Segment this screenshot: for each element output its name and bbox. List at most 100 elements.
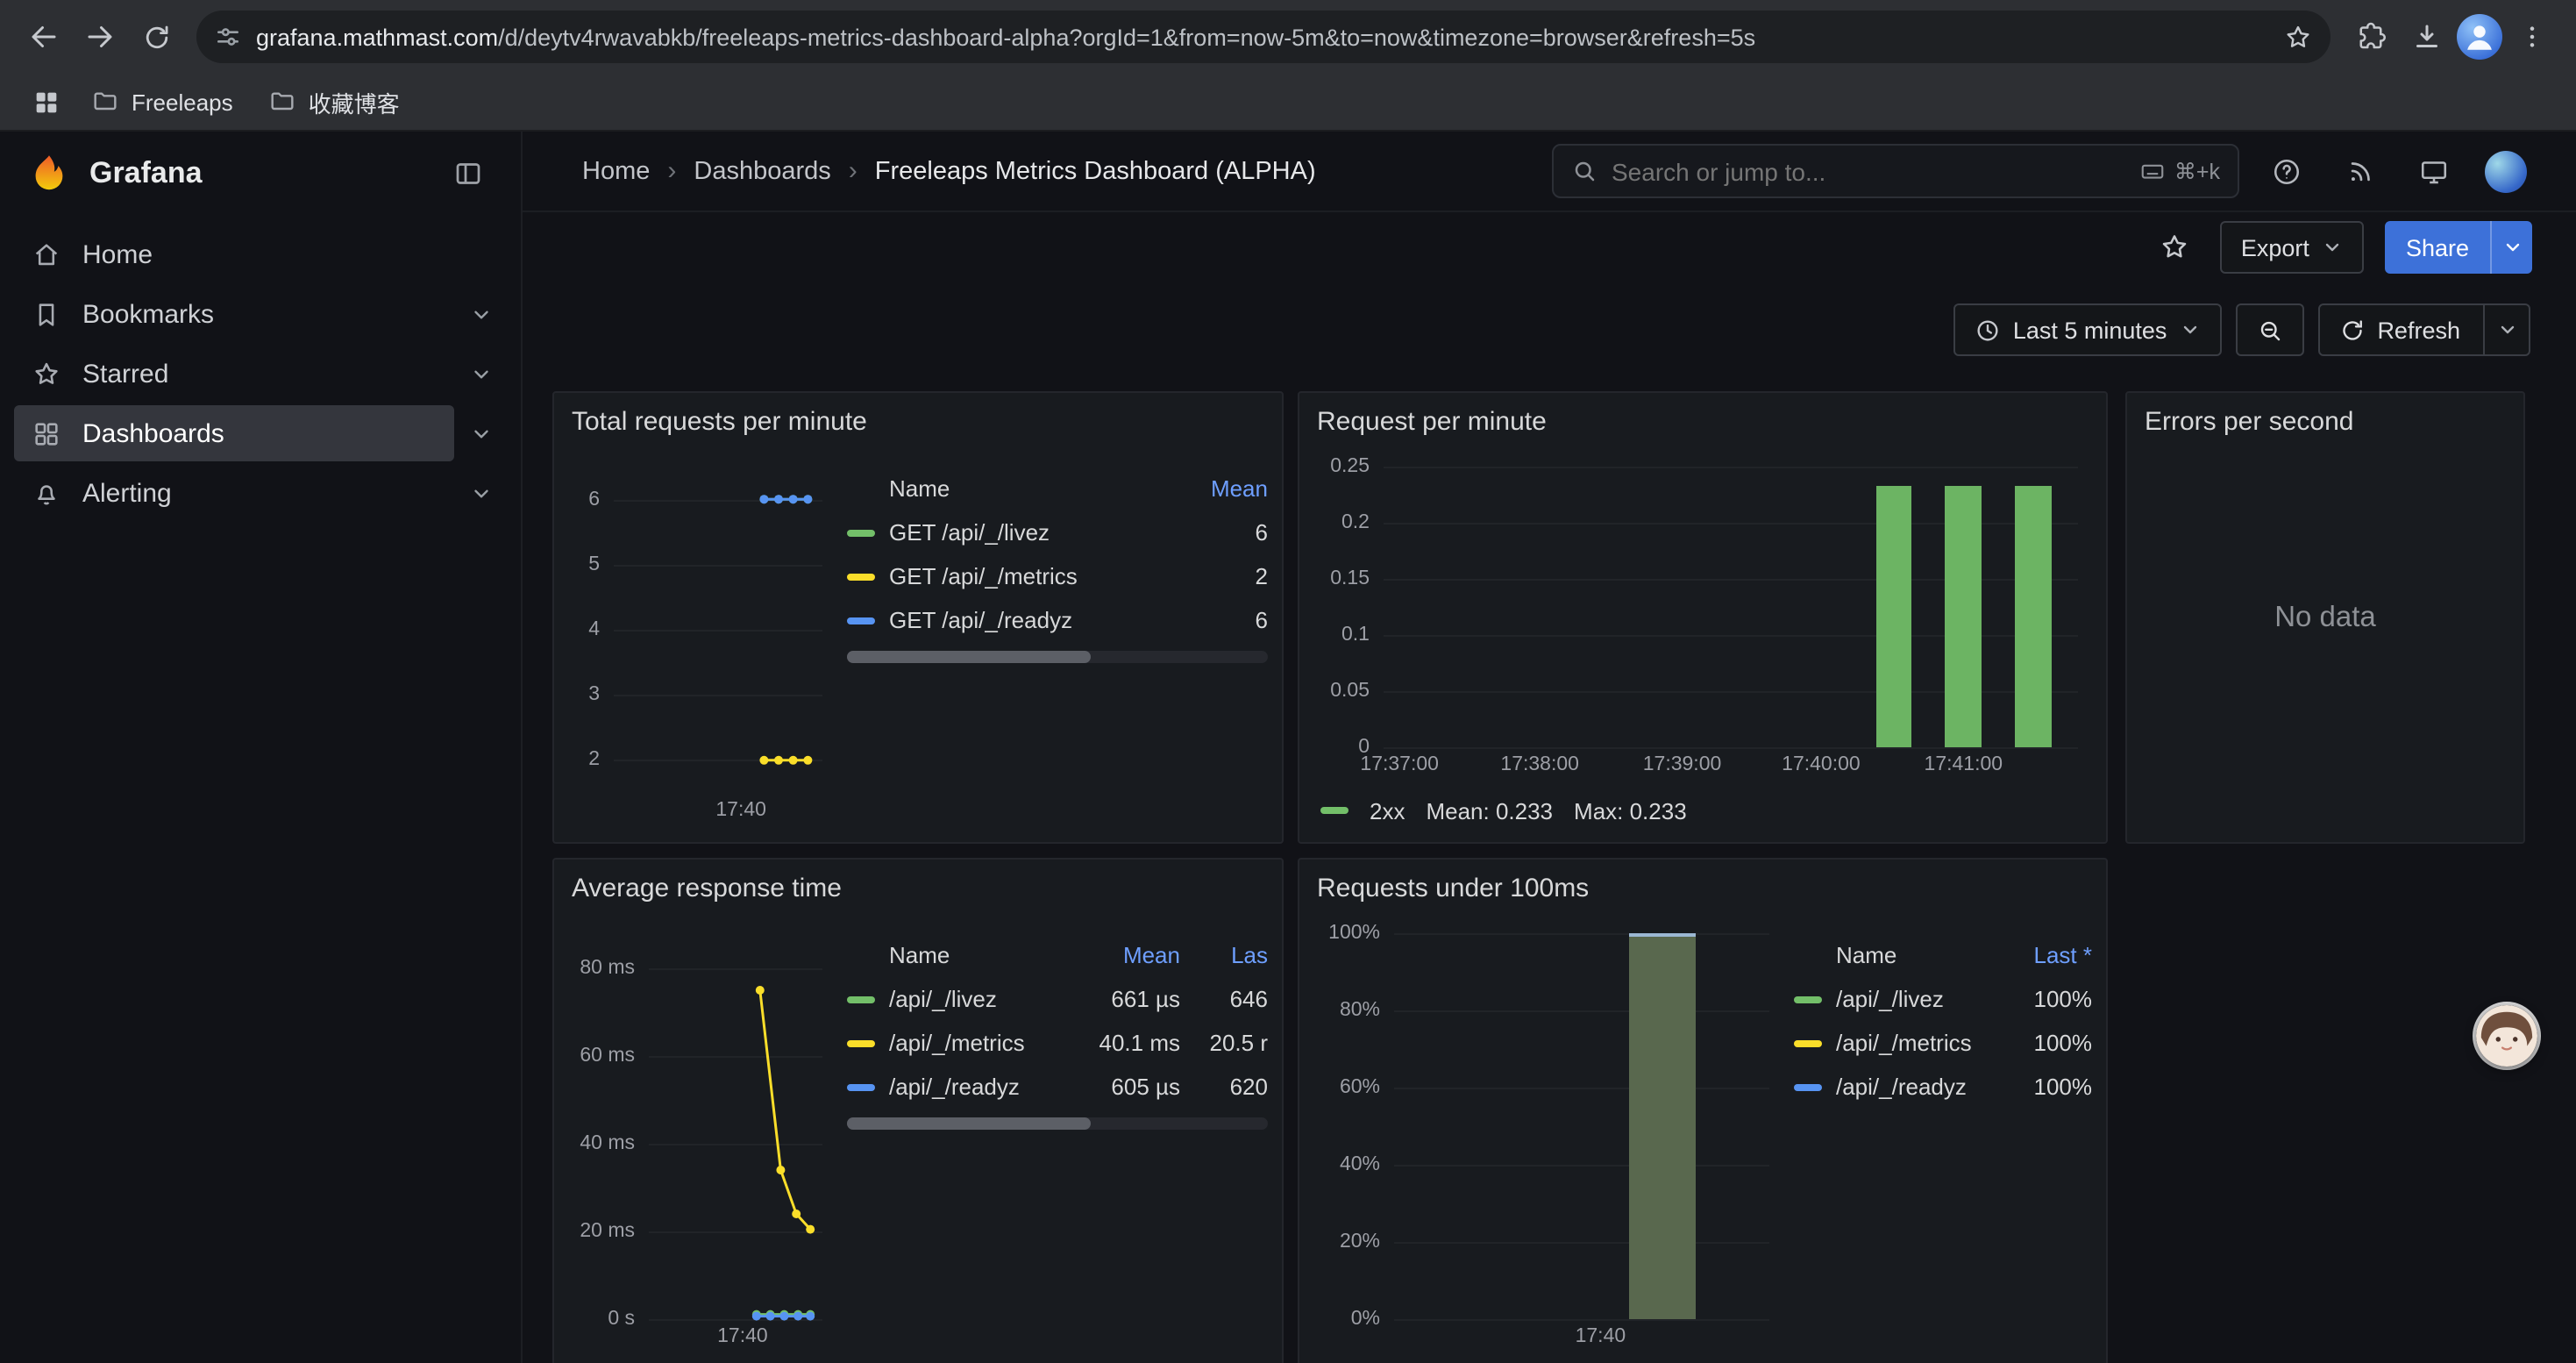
series-name[interactable]: GET /api/_/livez	[889, 519, 1173, 546]
sidebar-item-label: Alerting	[82, 478, 172, 508]
refresh-button[interactable]: Refresh	[2317, 303, 2530, 356]
legend-row: GET /api/_/livez 6	[847, 510, 1268, 554]
assistant-avatar[interactable]	[2476, 1005, 2537, 1067]
chart-total-requests[interactable]: 6543217:40	[568, 456, 836, 828]
refresh-label: Refresh	[2377, 317, 2460, 343]
share-dropdown-button[interactable]	[2490, 221, 2532, 274]
export-button[interactable]: Export	[2220, 221, 2364, 274]
download-icon	[2411, 21, 2443, 53]
panel-title[interactable]: Average response time	[572, 874, 1268, 916]
assistant-avatar-image	[2476, 1005, 2537, 1067]
zoom-out-button[interactable]	[2235, 303, 2303, 356]
zoom-out-icon	[2256, 317, 2282, 343]
sidebar-item-bookmarks[interactable]: Bookmarks	[14, 286, 507, 342]
sidebar-item-dashboards[interactable]: Dashboards	[14, 405, 507, 461]
chart-avg-response-time[interactable]: 80 ms60 ms40 ms20 ms0 s17:40	[568, 923, 836, 1354]
series-color-swatch	[1794, 995, 1822, 1003]
browser-profile-avatar[interactable]	[2457, 14, 2502, 60]
search-input[interactable]	[1612, 157, 2125, 185]
series-name[interactable]: /api/_/readyz	[889, 1074, 1064, 1100]
back-button[interactable]	[18, 11, 70, 63]
refresh-interval-dropdown[interactable]	[2483, 305, 2529, 354]
bookmark-star-icon[interactable]	[2283, 22, 2313, 52]
time-range-picker[interactable]: Last 5 minutes	[1953, 303, 2222, 356]
series-name[interactable]: /api/_/livez	[1836, 986, 1997, 1012]
chevron-down-icon[interactable]	[454, 482, 507, 504]
sidebar-item-alerting[interactable]: Alerting	[14, 465, 507, 521]
series-mean: 661 µs	[1078, 986, 1180, 1012]
series-name[interactable]: 2xx	[1370, 797, 1405, 824]
site-settings-icon[interactable]	[214, 23, 242, 51]
legend-scrollbar[interactable]	[847, 651, 1268, 663]
legend-header-last[interactable]: Las	[1194, 942, 1268, 968]
user-avatar[interactable]	[2485, 150, 2527, 192]
legend-row: /api/_/livez 661 µs 646	[847, 977, 1268, 1021]
forward-button[interactable]	[74, 11, 126, 63]
legend-table: Name Mean Las /api/_/livez 661 µs 646	[847, 923, 1268, 1354]
extensions-button[interactable]	[2345, 11, 2397, 63]
scrollbar-thumb[interactable]	[847, 1117, 1091, 1130]
url-bar[interactable]: grafana.mathmast.com/d/deytv4rwavabkb/fr…	[196, 11, 2330, 63]
series-name[interactable]: /api/_/readyz	[1836, 1074, 1997, 1100]
chevron-down-icon[interactable]	[454, 362, 507, 385]
legend-header-mean[interactable]: Mean	[1078, 942, 1180, 968]
sidebar-item-home[interactable]: Home	[14, 226, 507, 282]
downloads-button[interactable]	[2401, 11, 2453, 63]
star-outline-icon	[2159, 232, 2190, 263]
sidebar: Grafana Home Bookmarks	[0, 132, 523, 1363]
legend-scrollbar[interactable]	[847, 1117, 1268, 1130]
series-name[interactable]: /api/_/metrics	[1836, 1030, 1997, 1056]
favorite-dashboard-button[interactable]	[2150, 223, 2199, 272]
scrollbar-thumb[interactable]	[847, 651, 1091, 663]
kiosk-monitor-button[interactable]	[2411, 148, 2457, 194]
news-rss-button[interactable]	[2338, 148, 2383, 194]
series-name[interactable]: GET /api/_/readyz	[889, 607, 1173, 633]
series-color-swatch	[1320, 807, 1348, 814]
apps-grid-button[interactable]	[21, 77, 70, 126]
chevron-down-icon[interactable]	[454, 303, 507, 325]
search-box[interactable]: ⌘+k	[1552, 144, 2239, 198]
help-button[interactable]	[2264, 148, 2309, 194]
dashboard-grid: Total requests per minute 6543217:40 Nam…	[523, 391, 2576, 1363]
dashboards-grid-icon	[32, 418, 61, 448]
legend-row: GET /api/_/readyz 6	[847, 598, 1268, 642]
series-name[interactable]: GET /api/_/metrics	[889, 563, 1173, 589]
series-last: 100%	[2011, 1030, 2092, 1056]
legend-header-last[interactable]: Last *	[2011, 942, 2092, 968]
series-mean: 40.1 ms	[1078, 1030, 1180, 1056]
browser-menu-button[interactable]	[2506, 11, 2558, 63]
share-button[interactable]: Share	[2385, 221, 2532, 274]
sidebar-item-label: Home	[82, 239, 153, 269]
series-max: Max: 0.233	[1574, 797, 1687, 824]
panel-title[interactable]: Requests under 100ms	[1317, 874, 2092, 916]
breadcrumb-home[interactable]: Home	[582, 157, 650, 185]
share-label[interactable]: Share	[2385, 221, 2490, 274]
panel-title[interactable]: Request per minute	[1317, 407, 2092, 449]
bookmark-item-blog[interactable]: 收藏博客	[254, 78, 414, 125]
reload-button[interactable]	[130, 11, 182, 63]
legend-header-name[interactable]: Name	[889, 475, 1173, 502]
chevron-down-icon[interactable]	[454, 422, 507, 445]
breadcrumb-dashboards[interactable]: Dashboards	[694, 157, 830, 185]
main-area: Home › Dashboards › Freeleaps Metrics Da…	[523, 132, 2576, 1363]
browser-toolbar: grafana.mathmast.com/d/deytv4rwavabkb/fr…	[0, 0, 2576, 74]
series-color-swatch	[1794, 1083, 1822, 1090]
grafana-logo[interactable]	[28, 153, 70, 195]
chart-under-100ms[interactable]: 100%80%60%40%20%0%17:40	[1313, 923, 1783, 1354]
legend-header-name[interactable]: Name	[1836, 942, 1997, 968]
legend-header-name[interactable]: Name	[889, 942, 1064, 968]
series-name[interactable]: /api/_/metrics	[889, 1030, 1064, 1056]
back-icon	[28, 21, 60, 53]
clock-icon	[1975, 317, 2001, 343]
series-name[interactable]: /api/_/livez	[889, 986, 1064, 1012]
chart-requests-per-minute[interactable]: 0.250.20.150.10.05017:37:0017:38:0017:39…	[1313, 456, 2092, 782]
panel-avg-response-time: Average response time 80 ms60 ms40 ms20 …	[552, 858, 1284, 1363]
legend-row: /api/_/metrics 40.1 ms 20.5 r	[847, 1021, 1268, 1065]
sidebar-item-label: Starred	[82, 359, 168, 389]
legend-header-mean[interactable]: Mean	[1187, 475, 1268, 502]
bookmark-item-freeleaps[interactable]: Freeleaps	[77, 81, 247, 123]
sidebar-item-starred[interactable]: Starred	[14, 346, 507, 402]
sidebar-collapse-button[interactable]	[444, 149, 493, 198]
panel-title[interactable]: Total requests per minute	[572, 407, 1268, 449]
reload-icon	[141, 22, 171, 52]
